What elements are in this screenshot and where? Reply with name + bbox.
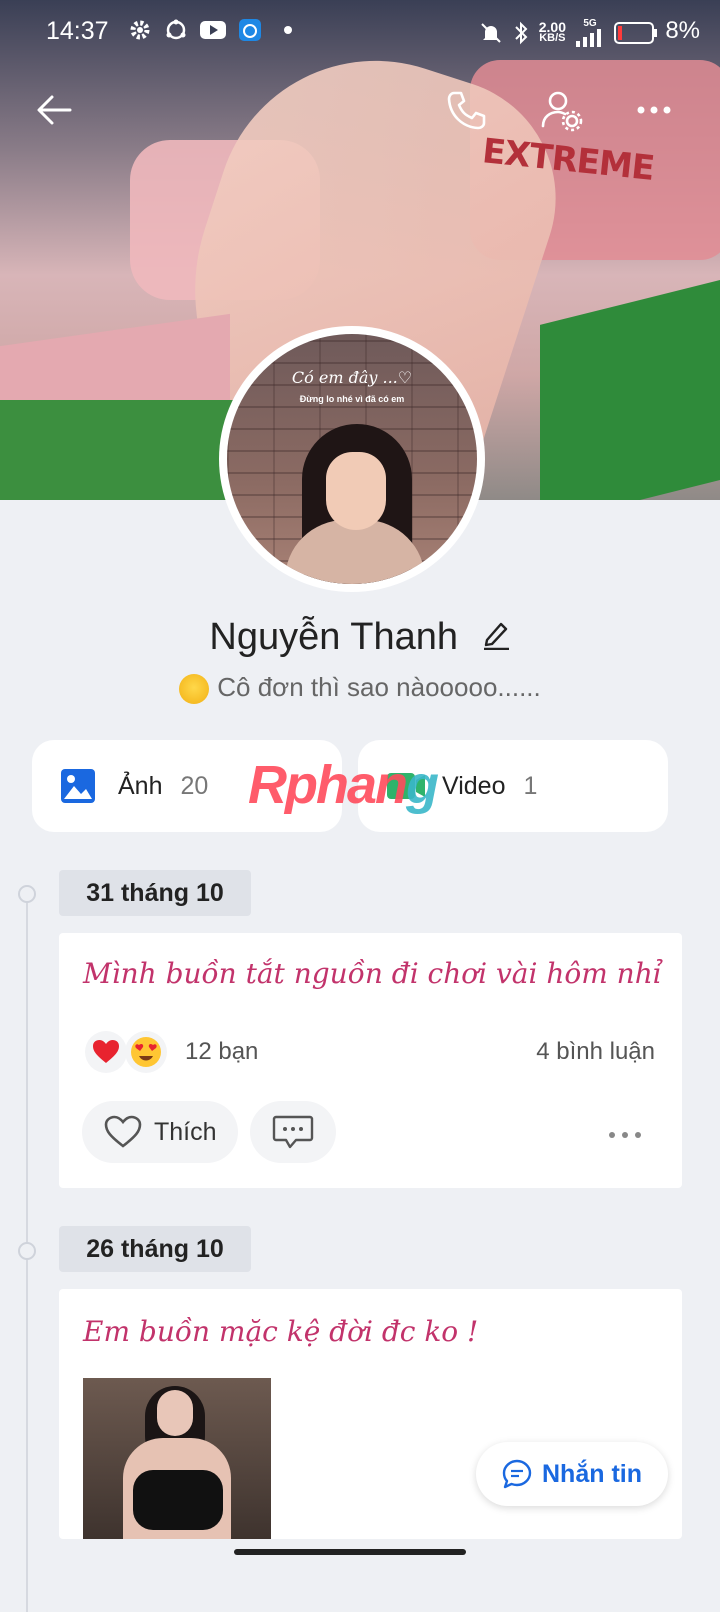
image-icon [61, 769, 95, 803]
notification-icons [128, 18, 292, 42]
like-button[interactable]: Thích [82, 1101, 238, 1163]
cover-green-area-right [540, 275, 720, 500]
avatar-caption: Có em đây ...♡ [291, 368, 413, 387]
timeline-date: 26 tháng 10 [59, 1226, 251, 1272]
battery-percent: 8% [665, 17, 700, 44]
signal-icon [576, 29, 601, 47]
profile-status: Cô đơn thì sao nàooooo...... [0, 672, 720, 705]
reactions-count: 12 bạn [185, 1038, 259, 1065]
pencil-icon [483, 623, 509, 651]
signal-group: 5G [576, 18, 604, 47]
avatar[interactable]: Có em đây ...♡ Đừng lo nhé vì đã có em [219, 326, 485, 592]
avatar-subcaption: Đừng lo nhé vì đã có em [299, 394, 405, 404]
profile-name: Nguyễn Thanh [209, 616, 459, 658]
net-speed: 2.00 KB/S [538, 18, 566, 44]
heart-reaction-icon [85, 1031, 127, 1073]
app-icon [239, 19, 261, 41]
message-label: Nhắn tin [542, 1459, 642, 1488]
gear-icon [130, 20, 150, 40]
mute-icon [481, 22, 501, 43]
status-bar: 14:37 2.00 KB/S 5G 8% [0, 0, 720, 64]
photos-label: Ảnh [118, 771, 163, 800]
status-time: 14:37 [46, 17, 109, 45]
comment-icon [272, 1115, 314, 1149]
post-text: Mình buồn tắt nguồn đi chơi vài hôm nhỉ [83, 957, 662, 990]
photo-clothing [133, 1470, 223, 1530]
edit-name-button[interactable] [481, 617, 511, 660]
phone-icon [447, 91, 486, 130]
post-more-button[interactable] [607, 1127, 643, 1145]
post-photo[interactable] [83, 1378, 271, 1539]
bluetooth-icon [515, 21, 528, 44]
photos-count: 20 [180, 771, 209, 800]
reactions-row[interactable]: 12 bạn 4 bình luận [85, 1027, 655, 1077]
photo-face [157, 1390, 193, 1436]
watermark-logo: Rphang [248, 755, 439, 815]
share-icon [166, 19, 186, 40]
message-button[interactable]: Nhắn tin [476, 1442, 668, 1506]
back-arrow-icon [37, 95, 72, 125]
call-button[interactable] [442, 86, 490, 134]
melting-face-icon [179, 674, 210, 705]
avatar-face [326, 452, 386, 530]
system-icons: 2.00 KB/S 5G [479, 18, 658, 47]
more-horizontal-icon [637, 106, 671, 114]
timeline-dot [18, 1242, 36, 1260]
like-label: Thích [154, 1117, 217, 1146]
battery-icon [614, 21, 657, 44]
timeline-post[interactable]: Mình buồn tắt nguồn đi chơi vài hôm nhỉ … [59, 933, 682, 1188]
status-text: Cô đơn thì sao nàooooo...... [217, 672, 541, 702]
youtube-icon [200, 21, 226, 39]
heart-outline-icon [104, 1115, 142, 1148]
chat-icon [502, 1459, 532, 1489]
avatar-image: Có em đây ...♡ Đừng lo nhé vì đã có em [227, 334, 477, 584]
timeline-date: 31 tháng 10 [59, 870, 251, 916]
videos-label: Video [442, 771, 506, 800]
more-options-button[interactable] [630, 86, 678, 134]
profile-name-row: Nguyễn Thanh [0, 616, 720, 660]
comment-button[interactable] [250, 1101, 336, 1163]
post-text: Em buồn mặc kệ đời đc ko ! [83, 1315, 479, 1348]
comments-count[interactable]: 4 bình luận [536, 1038, 655, 1066]
timeline-dot [18, 885, 36, 903]
user-settings-icon [541, 91, 583, 132]
profile-settings-button[interactable] [538, 86, 586, 134]
network-type: 5G [583, 18, 597, 29]
more-horizontal-icon [609, 1132, 641, 1138]
love-eyes-reaction-icon [125, 1031, 167, 1073]
videos-count: 1 [523, 771, 538, 800]
more-notifications-dot [284, 26, 292, 34]
back-button[interactable] [30, 86, 78, 134]
home-indicator[interactable] [234, 1549, 466, 1555]
